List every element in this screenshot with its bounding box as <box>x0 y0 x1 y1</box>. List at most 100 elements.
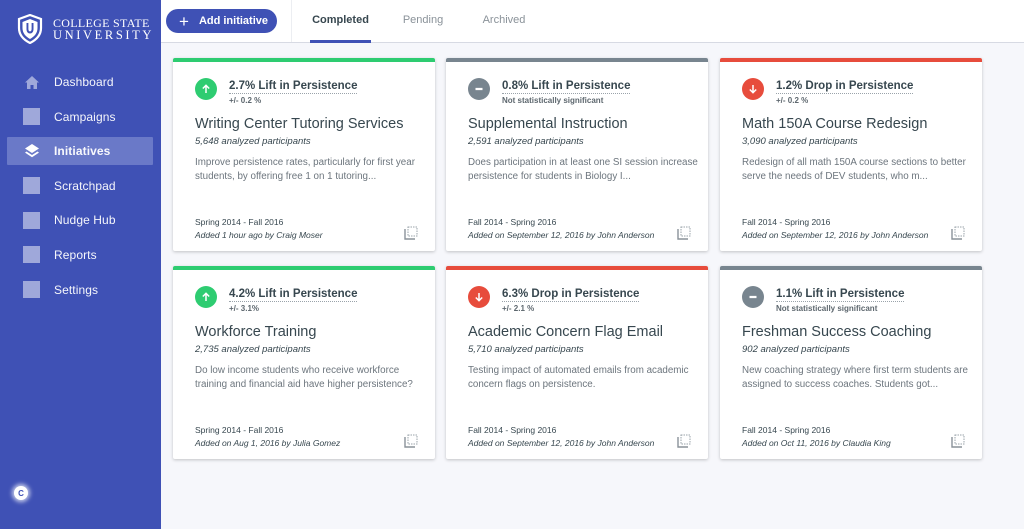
margin-of-error: +/- 0.2 % <box>229 96 262 105</box>
sidebar-item-label: Reports <box>54 247 97 262</box>
placeholder-square-icon <box>23 177 40 195</box>
participant-count: 3,090 analyzed participants <box>742 136 858 147</box>
result-summary[interactable]: 1.2% Drop in Persistence <box>776 80 914 94</box>
sidebar-nav: Dashboard Campaigns Initiatives Scratchp… <box>0 68 161 310</box>
sidebar-item-settings[interactable]: Settings <box>7 276 153 304</box>
margin-of-error: +/- 0.2 % <box>776 96 809 105</box>
company-logo-glyph: C <box>18 488 24 498</box>
status-badge <box>468 78 490 100</box>
sidebar-item-label: Nudge Hub <box>54 213 116 228</box>
status-badge <box>742 78 764 100</box>
initiative-card[interactable]: 0.8% Lift in Persistence Not statistical… <box>446 58 708 251</box>
status-bar <box>720 58 982 62</box>
placeholder-square-icon <box>23 281 40 299</box>
margin-of-error: Not statistically significant <box>502 96 604 105</box>
result-summary[interactable]: 0.8% Lift in Persistence <box>502 80 631 94</box>
term-range: Spring 2014 - Fall 2016 <box>195 217 284 227</box>
initiative-description: Improve persistence rates, particularly … <box>195 157 415 182</box>
arrow-up-icon <box>202 84 210 93</box>
placeholder-square-icon <box>23 246 40 264</box>
layers-icon <box>23 143 40 160</box>
compare-icon[interactable] <box>677 434 691 448</box>
sidebar-item-dashboard[interactable]: Dashboard <box>7 68 153 96</box>
added-info: Added on Aug 1, 2016 by Julia Gomez <box>195 438 341 448</box>
home-icon <box>23 74 40 91</box>
compare-icon[interactable] <box>404 226 418 240</box>
margin-of-error: +/- 2.1 % <box>502 304 535 313</box>
participant-count: 5,710 analyzed participants <box>468 344 584 355</box>
participant-count: 5,648 analyzed participants <box>195 136 311 147</box>
add-initiative-label: Add initiative <box>198 15 268 27</box>
initiative-description: Redesign of all math 150A course section… <box>742 157 966 182</box>
tab-pending[interactable]: Pending <box>398 0 448 43</box>
minus-icon <box>475 87 483 91</box>
tab-completed[interactable]: Completed <box>310 0 371 43</box>
arrow-down-icon <box>475 293 483 302</box>
initiative-card[interactable]: 6.3% Drop in Persistence +/- 2.1 % Acade… <box>446 266 708 459</box>
tab-archived[interactable]: Archived <box>479 0 529 43</box>
sidebar-item-initiatives[interactable]: Initiatives <box>7 137 153 166</box>
toolbar-divider <box>291 0 292 42</box>
initiative-card[interactable]: 1.1% Lift in Persistence Not statistical… <box>720 266 982 459</box>
sidebar-item-reports[interactable]: Reports <box>7 241 153 269</box>
status-bar <box>173 266 435 270</box>
brand-line-2: UNIVERSITY <box>53 28 154 42</box>
sidebar: COLLEGE STATE UNIVERSITY Dashboard Campa… <box>0 0 161 529</box>
top-bar: + Add initiative Completed Pending Archi… <box>161 0 1024 43</box>
minus-icon <box>749 295 757 299</box>
status-bar <box>446 266 708 270</box>
compare-icon[interactable] <box>677 226 691 240</box>
added-info: Added on Oct 11, 2016 by Claudia King <box>742 438 891 448</box>
shield-u-icon <box>17 14 43 44</box>
result-summary[interactable]: 6.3% Drop in Persistence <box>502 288 640 302</box>
term-range: Spring 2014 - Fall 2016 <box>195 425 284 435</box>
initiative-card[interactable]: 4.2% Lift in Persistence +/- 3.1% Workfo… <box>173 266 435 459</box>
initiative-title[interactable]: Workforce Training <box>195 324 316 340</box>
sidebar-item-label: Settings <box>54 282 99 297</box>
result-summary[interactable]: 4.2% Lift in Persistence <box>229 288 358 302</box>
initiative-title[interactable]: Math 150A Course Redesign <box>742 116 927 132</box>
result-summary[interactable]: 2.7% Lift in Persistence <box>229 80 358 94</box>
sidebar-item-campaigns[interactable]: Campaigns <box>7 103 153 131</box>
status-badge <box>195 78 217 100</box>
company-logo-icon[interactable]: C <box>14 486 28 500</box>
initiative-description: Does participation in at least one SI se… <box>468 157 698 182</box>
status-bar <box>720 266 982 270</box>
term-range: Fall 2014 - Spring 2016 <box>468 217 557 227</box>
add-initiative-button[interactable]: + Add initiative <box>166 9 277 33</box>
sidebar-item-label: Scratchpad <box>54 178 116 193</box>
sidebar-item-label: Campaigns <box>54 109 116 124</box>
participant-count: 2,591 analyzed participants <box>468 136 584 147</box>
term-range: Fall 2014 - Spring 2016 <box>468 425 557 435</box>
initiative-title[interactable]: Writing Center Tutoring Services <box>195 116 403 132</box>
participant-count: 902 analyzed participants <box>742 344 850 355</box>
arrow-up-icon <box>202 292 210 301</box>
placeholder-square-icon <box>23 108 40 126</box>
status-bar <box>446 58 708 62</box>
initiative-card[interactable]: 2.7% Lift in Persistence +/- 0.2 % Writi… <box>173 58 435 251</box>
term-range: Fall 2014 - Spring 2016 <box>742 425 831 435</box>
term-range: Fall 2014 - Spring 2016 <box>742 217 831 227</box>
compare-icon[interactable] <box>404 434 418 448</box>
compare-icon[interactable] <box>951 434 965 448</box>
status-badge <box>195 286 217 308</box>
added-info: Added 1 hour ago by Craig Moser <box>195 230 323 240</box>
initiative-title[interactable]: Supplemental Instruction <box>468 116 628 132</box>
brand-logo[interactable]: COLLEGE STATE UNIVERSITY <box>17 14 154 44</box>
added-info: Added on September 12, 2016 by John Ande… <box>742 230 929 240</box>
status-bar <box>173 58 435 62</box>
initiative-title[interactable]: Freshman Success Coaching <box>742 324 931 340</box>
added-info: Added on September 12, 2016 by John Ande… <box>468 230 655 240</box>
sidebar-item-label: Dashboard <box>54 75 114 89</box>
result-summary[interactable]: 1.1% Lift in Persistence <box>776 288 905 302</box>
sidebar-item-scratchpad[interactable]: Scratchpad <box>7 172 153 200</box>
placeholder-square-icon <box>23 211 40 229</box>
status-badge <box>742 286 764 308</box>
added-info: Added on September 12, 2016 by John Ande… <box>468 438 655 448</box>
compare-icon[interactable] <box>951 226 965 240</box>
initiative-title[interactable]: Academic Concern Flag Email <box>468 324 663 340</box>
plus-icon: + <box>179 11 189 31</box>
initiative-card[interactable]: 1.2% Drop in Persistence +/- 0.2 % Math … <box>720 58 982 251</box>
sidebar-item-nudge-hub[interactable]: Nudge Hub <box>7 206 153 234</box>
status-badge <box>468 286 490 308</box>
